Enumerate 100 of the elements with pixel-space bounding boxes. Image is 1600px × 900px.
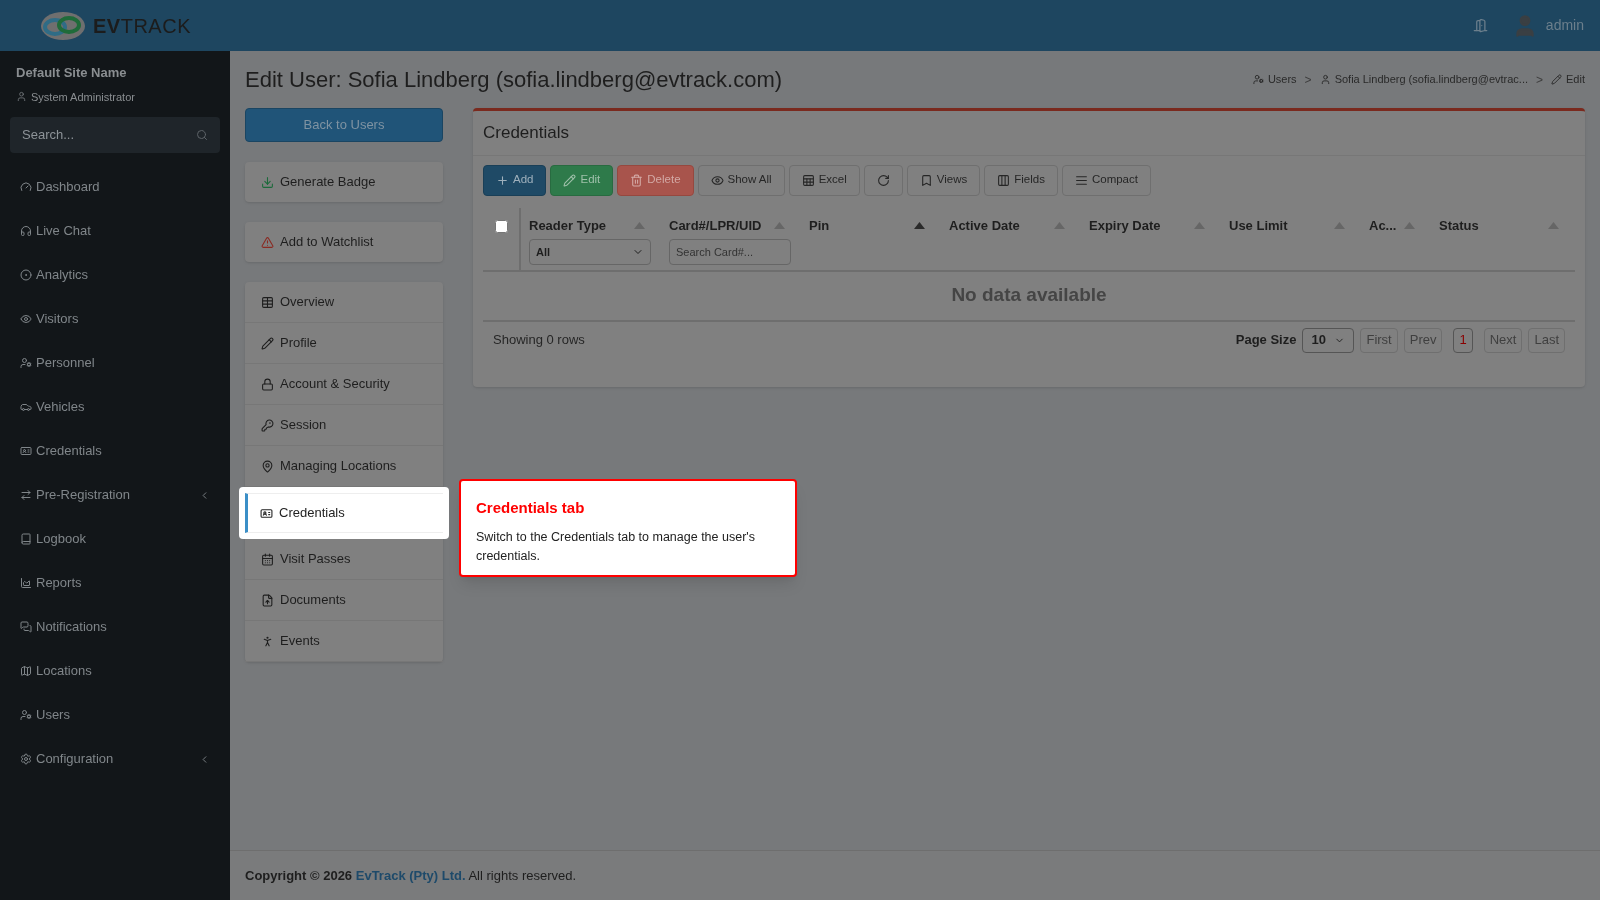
- lock-icon: [261, 377, 274, 391]
- sidebar-item[interactable]: Dashboard: [0, 165, 230, 209]
- toolbar-button[interactable]: [863, 164, 903, 196]
- id-card-icon: [260, 506, 273, 520]
- tab[interactable]: Credentials: [239, 487, 449, 539]
- map-icon: [20, 665, 32, 677]
- table-icon: [261, 295, 274, 309]
- sidebar-item[interactable]: Reports: [0, 561, 230, 605]
- reader-type-select[interactable]: All: [529, 239, 651, 265]
- sidebar-item[interactable]: Logbook: [0, 517, 230, 561]
- trash-icon: [630, 173, 644, 187]
- toolbar-button[interactable]: Compact: [1061, 164, 1151, 196]
- door-icon[interactable]: [1472, 18, 1488, 33]
- tab[interactable]: Visit Passes: [245, 539, 443, 580]
- spreadsheet-icon: [801, 173, 815, 187]
- user-name[interactable]: admin: [1545, 15, 1584, 36]
- sidebar-item[interactable]: Users: [0, 693, 230, 737]
- toolbar-button[interactable]: Edit: [550, 164, 614, 196]
- toolbar-button[interactable]: Views: [906, 164, 981, 196]
- id-card-icon: [20, 445, 32, 457]
- column-header[interactable]: Active Date: [949, 215, 1020, 235]
- pencil-icon: [563, 173, 577, 187]
- bookmark-icon: [919, 173, 933, 187]
- column-header[interactable]: Status: [1439, 215, 1479, 235]
- column-header[interactable]: Reader Type: [529, 215, 607, 235]
- person-icon: [261, 634, 274, 648]
- eye-icon: [20, 313, 32, 325]
- sidebar-item[interactable]: Configuration: [0, 737, 230, 781]
- toolbar-button[interactable]: Fields: [984, 164, 1058, 196]
- action-button[interactable]: Add to Watchlist: [245, 222, 443, 262]
- page-title: Edit User: Sofia Lindberg (sofia.lindberg@evtrack.com): [245, 66, 783, 94]
- tab[interactable]: Account & Security: [245, 364, 443, 405]
- key-icon: [261, 418, 274, 432]
- sidebar-item[interactable]: Locations: [0, 649, 230, 693]
- user-icon: [16, 91, 27, 103]
- download-icon: [261, 175, 274, 189]
- search-input[interactable]: Search...: [22, 125, 162, 145]
- car-icon: [20, 401, 32, 413]
- chart-icon: [20, 577, 32, 589]
- toolbar-button[interactable]: Add: [483, 164, 547, 196]
- pager-button[interactable]: Last: [1528, 327, 1565, 353]
- sidebar-item[interactable]: Personnel: [0, 341, 230, 385]
- row-count: Showing 0 rows: [493, 331, 585, 350]
- columns-icon: [997, 173, 1011, 187]
- tab[interactable]: Events: [245, 621, 443, 662]
- card-title: Credentials: [473, 111, 1585, 156]
- toolbar-button[interactable]: Delete: [617, 164, 694, 196]
- pager-button[interactable]: 1: [1453, 327, 1473, 353]
- page-size-label: Page Size: [1235, 331, 1297, 350]
- sidebar-item[interactable]: Live Chat: [0, 209, 230, 253]
- gauge-icon: [20, 181, 32, 193]
- breadcrumb-link[interactable]: Edit: [1551, 71, 1585, 88]
- tour-text: Switch to the Credentials tab to manage the user's credentials.: [476, 528, 756, 565]
- search-icon[interactable]: [196, 129, 208, 141]
- user-gear-icon: [20, 357, 32, 369]
- pencil-icon: [261, 336, 274, 350]
- select-all-checkbox[interactable]: [494, 219, 508, 233]
- sort-arrow-icon[interactable]: [914, 221, 925, 229]
- target-icon: [20, 269, 32, 281]
- book-icon: [20, 533, 32, 545]
- sidebar-item[interactable]: Visitors: [0, 297, 230, 341]
- column-header[interactable]: Use Limit: [1229, 215, 1288, 235]
- breadcrumb-link[interactable]: Users: [1252, 71, 1297, 88]
- calendar-icon: [261, 552, 274, 566]
- back-button[interactable]: Back to Users: [245, 108, 443, 142]
- site-name: Default Site Name: [16, 64, 128, 82]
- logo-text: EVTRACK: [93, 13, 191, 39]
- breadcrumb-separator: >: [1304, 71, 1312, 89]
- user-gear-icon: [20, 709, 32, 721]
- sidebar-item[interactable]: Pre-Registration: [0, 473, 230, 517]
- pager-button[interactable]: First: [1360, 327, 1398, 353]
- tab[interactable]: Overview: [245, 282, 443, 323]
- sidebar-item[interactable]: Notifications: [0, 605, 230, 649]
- card-search-field[interactable]: Search Card#...: [669, 239, 791, 265]
- toolbar-button[interactable]: Show All: [697, 164, 785, 196]
- pager-button[interactable]: Next: [1483, 327, 1523, 353]
- pencil-icon: [1551, 74, 1563, 85]
- toolbar-button[interactable]: Excel: [788, 164, 860, 196]
- page-size-select[interactable]: 10: [1302, 327, 1355, 353]
- user-icon: [1319, 74, 1331, 85]
- sidebar-item[interactable]: Vehicles: [0, 385, 230, 429]
- headset-icon: [20, 225, 32, 237]
- action-button[interactable]: Generate Badge: [245, 162, 443, 202]
- column-header[interactable]: Expiry Date: [1089, 215, 1161, 235]
- company-link[interactable]: EvTrack (Pty) Ltd.: [355, 867, 466, 883]
- column-header[interactable]: Card#/LPR/UID: [669, 215, 762, 235]
- column-header[interactable]: Ac...: [1369, 215, 1397, 235]
- tab[interactable]: Documents: [245, 580, 443, 621]
- pager-button[interactable]: Prev: [1403, 327, 1443, 353]
- tab[interactable]: Session: [245, 405, 443, 446]
- breadcrumb-link[interactable]: Sofia Lindberg (sofia.lindberg@evtrac...: [1319, 71, 1528, 88]
- tab[interactable]: Profile: [245, 323, 443, 364]
- plus-icon: [496, 173, 509, 187]
- document-icon: [261, 593, 274, 607]
- arrows-icon: [20, 489, 32, 501]
- sidebar-item[interactable]: Analytics: [0, 253, 230, 297]
- column-header[interactable]: Pin: [809, 215, 830, 235]
- sidebar-item[interactable]: Credentials: [0, 429, 230, 473]
- search-field[interactable]: Search...: [10, 117, 220, 153]
- warning-icon: [261, 235, 274, 249]
